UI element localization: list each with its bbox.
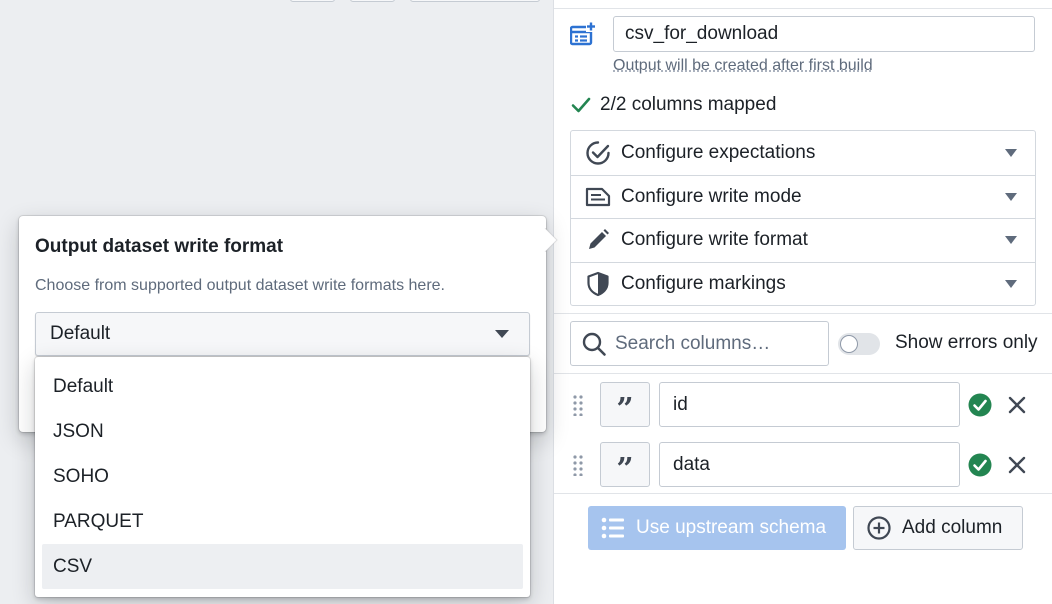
- add-circle-icon: [866, 515, 892, 541]
- mapping-status-text: 2/2 columns mapped: [600, 94, 776, 116]
- popover-description: Choose from supported output dataset wri…: [35, 277, 445, 295]
- section-label: Configure markings: [621, 273, 786, 295]
- popover-title: Output dataset write format: [35, 236, 283, 258]
- quote-icon[interactable]: ”: [600, 442, 650, 487]
- section-label: Configure write format: [621, 229, 808, 251]
- divider: [554, 313, 1052, 314]
- list-icon: [600, 515, 626, 541]
- use-upstream-schema-label: Use upstream schema: [636, 517, 826, 539]
- section-configure-write-format[interactable]: Configure write format: [571, 218, 1035, 262]
- shield-icon: [585, 271, 611, 297]
- output-panel: csv_for_download Output will be created …: [553, 0, 1052, 604]
- menu-item-json[interactable]: JSON: [42, 409, 523, 454]
- caret-down-icon: [1005, 149, 1017, 157]
- divider: [554, 493, 1052, 494]
- pencil-icon: [585, 227, 611, 253]
- output-hint: Output will be created after first build: [613, 57, 873, 75]
- section-configure-write-mode[interactable]: Configure write mode: [571, 175, 1035, 219]
- column-name-input[interactable]: data: [659, 442, 960, 487]
- config-sections: Configure expectations Configure write m…: [570, 130, 1036, 306]
- add-column-label: Add column: [902, 517, 1002, 539]
- search-placeholder: Search columns…: [615, 333, 770, 355]
- section-configure-expectations[interactable]: Configure expectations: [571, 131, 1035, 175]
- success-icon: [968, 453, 992, 477]
- expectations-icon: [585, 140, 611, 166]
- show-errors-label: Show errors only: [895, 332, 1038, 354]
- menu-item-default[interactable]: Default: [42, 364, 523, 409]
- quote-icon[interactable]: ”: [600, 382, 650, 427]
- remove-column-icon[interactable]: [1007, 455, 1027, 475]
- caret-down-icon: [1005, 280, 1017, 288]
- menu-item-parquet[interactable]: PARQUET: [42, 499, 523, 544]
- output-dataset-icon: [570, 22, 596, 46]
- caret-down-icon: [495, 330, 509, 338]
- output-name-input[interactable]: csv_for_download: [613, 16, 1035, 52]
- write-format-select[interactable]: Default: [35, 312, 530, 356]
- column-search-input[interactable]: Search columns…: [570, 321, 829, 366]
- toolbar-button[interactable]: [290, 0, 335, 2]
- toolbar-button[interactable]: [410, 0, 540, 2]
- caret-down-icon: [1005, 236, 1017, 244]
- divider: [554, 373, 1052, 374]
- remove-column-icon[interactable]: [1007, 395, 1027, 415]
- caret-down-icon: [1005, 193, 1017, 201]
- column-row: ” id: [554, 382, 1052, 428]
- column-row: ” data: [554, 442, 1052, 488]
- drag-handle-icon[interactable]: [572, 394, 584, 416]
- success-icon: [968, 393, 992, 417]
- add-column-button[interactable]: Add column: [853, 506, 1023, 550]
- mapping-status: 2/2 columns mapped: [570, 93, 776, 117]
- use-upstream-schema-button[interactable]: Use upstream schema: [588, 506, 846, 550]
- drag-handle-icon[interactable]: [572, 454, 584, 476]
- write-format-menu: Default JSON SOHO PARQUET CSV: [35, 357, 530, 597]
- check-icon: [570, 94, 592, 116]
- toggle-knob: [840, 335, 858, 353]
- column-name-input[interactable]: id: [659, 382, 960, 427]
- menu-item-soho[interactable]: SOHO: [42, 454, 523, 499]
- section-configure-markings[interactable]: Configure markings: [571, 262, 1035, 306]
- select-value: Default: [50, 323, 110, 344]
- toolbar-button[interactable]: [350, 0, 395, 2]
- write-mode-icon: [585, 184, 611, 210]
- divider: [554, 8, 1052, 9]
- section-label: Configure expectations: [621, 142, 815, 164]
- menu-item-csv[interactable]: CSV: [42, 544, 523, 589]
- show-errors-toggle[interactable]: [838, 333, 880, 355]
- popover-arrow: [543, 228, 559, 252]
- search-icon: [581, 331, 607, 357]
- section-label: Configure write mode: [621, 186, 802, 208]
